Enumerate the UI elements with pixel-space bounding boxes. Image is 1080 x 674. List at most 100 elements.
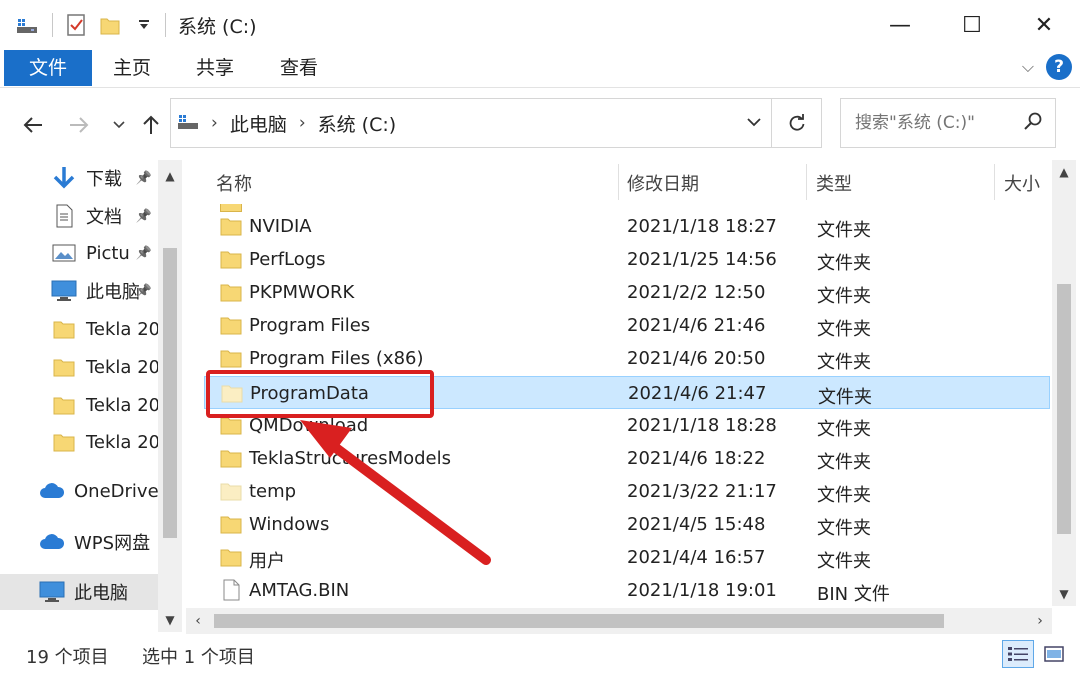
large-icons-view-button[interactable] <box>1038 640 1070 668</box>
minimize-button[interactable]: — <box>864 0 936 50</box>
large-icons-view-icon <box>1044 646 1064 662</box>
search-icon[interactable] <box>1023 111 1043 136</box>
navigation-pane: 下载 📌 文档 📌 Pictu 📌 此电脑 📌 Tekla 20 Tekla 20 Tekla 20… <box>0 160 182 632</box>
file-row[interactable]: NVIDIA 2021/1/18 18:27 文件夹 <box>204 210 1050 243</box>
file-row[interactable]: temp 2021/3/22 21:17 文件夹 <box>204 475 1050 508</box>
forward-button[interactable] <box>64 110 94 140</box>
sidebar-item[interactable]: WPS网盘 <box>0 524 162 560</box>
breadcrumb-separator-icon[interactable]: › <box>211 113 218 133</box>
tab-share[interactable]: 共享 <box>196 50 234 86</box>
column-header-date[interactable]: 修改日期 <box>627 170 699 196</box>
folder-icon <box>220 248 242 270</box>
maximize-button[interactable]: ☐ <box>936 0 1008 50</box>
chevron-down-icon <box>747 118 761 127</box>
sidebar-item[interactable]: 此电脑 📌 <box>0 273 162 309</box>
folder-icon <box>220 513 242 535</box>
folder-icon <box>220 314 242 336</box>
sidebar-item-label: 文档 <box>86 207 122 228</box>
scroll-up-arrow-icon[interactable]: ▲ <box>1052 160 1076 184</box>
file-name: Program Files <box>249 315 371 337</box>
tab-file[interactable]: 文件 <box>4 50 92 86</box>
file-row[interactable]: Windows 2021/4/5 15:48 文件夹 <box>204 508 1050 541</box>
file-name: TeklaStructuresModels <box>249 447 451 469</box>
sidebar-item[interactable]: Tekla 20 <box>0 424 162 460</box>
column-divider[interactable] <box>806 164 807 200</box>
drive-icon[interactable] <box>14 12 40 38</box>
sidebar-item-label: Pictu <box>86 242 130 264</box>
file-modified-date: 2021/4/6 20:50 <box>627 348 766 370</box>
details-view-button[interactable] <box>1002 640 1034 668</box>
scrollbar-thumb[interactable] <box>1057 284 1071 534</box>
up-arrow-icon <box>143 115 159 134</box>
recent-locations-dropdown[interactable] <box>104 110 134 140</box>
back-button[interactable] <box>18 110 48 140</box>
status-bar: 19 个项目 选中 1 个项目 <box>0 634 1080 674</box>
scrollbar-thumb[interactable] <box>163 248 177 538</box>
column-header-name[interactable]: 名称 <box>216 170 252 196</box>
scroll-up-arrow-icon[interactable]: ▲ <box>158 164 182 188</box>
file-row[interactable]: AMTAG.BIN 2021/1/18 19:01 BIN 文件 <box>204 574 1050 606</box>
sidebar-item-label: WPS网盘 <box>74 533 151 554</box>
customize-toolbar-dropdown-icon[interactable] <box>131 12 157 38</box>
tab-view[interactable]: 查看 <box>280 50 318 86</box>
help-button[interactable]: ? <box>1046 54 1072 80</box>
breadcrumb-this-pc[interactable]: 此电脑 <box>230 110 287 137</box>
horizontal-scrollbar[interactable]: ‹ › <box>186 608 1052 634</box>
sidebar-item-label: 下载 <box>86 169 122 190</box>
properties-icon[interactable] <box>63 12 89 38</box>
sidebar-item[interactable]: 文档 📌 <box>0 198 162 234</box>
refresh-button[interactable] <box>771 99 821 147</box>
file-icon <box>220 579 242 601</box>
back-arrow-icon <box>23 117 42 133</box>
scroll-down-arrow-icon[interactable]: ▼ <box>1052 582 1076 606</box>
folder-icon <box>220 347 242 369</box>
sidebar-item[interactable]: 下载 📌 <box>0 160 162 196</box>
file-row[interactable]: PKPMWORK 2021/2/2 12:50 文件夹 <box>204 276 1050 309</box>
sidebar-item-label: Tekla 20 <box>86 356 161 378</box>
sidebar-item[interactable]: 此电脑 <box>0 574 158 610</box>
sidebar-item[interactable]: Tekla 20 <box>0 349 162 385</box>
file-modified-date: 2021/4/5 15:48 <box>627 513 766 535</box>
download-arrow-icon <box>50 164 78 192</box>
column-header-size[interactable]: 大小 <box>1004 170 1040 196</box>
file-row[interactable]: 用户 2021/4/4 16:57 文件夹 <box>204 541 1050 574</box>
close-button[interactable]: ✕ <box>1008 0 1080 50</box>
breadcrumb-drive-c[interactable]: 系统 (C:) <box>318 110 397 137</box>
scrollbar-thumb[interactable] <box>214 614 944 628</box>
expand-ribbon-chevron-icon[interactable]: ⌵ <box>1022 57 1034 77</box>
toolbar-separator <box>52 13 53 37</box>
breadcrumb-separator-icon[interactable]: › <box>299 113 306 133</box>
sidebar-item-label: Tekla 20 <box>86 431 161 453</box>
file-type: 文件夹 <box>817 286 871 308</box>
file-row[interactable]: PerfLogs 2021/1/25 14:56 文件夹 <box>204 243 1050 276</box>
sidebar-scrollbar[interactable]: ▲ ▼ <box>158 160 182 632</box>
scroll-down-arrow-icon[interactable]: ▼ <box>158 608 182 632</box>
search-box[interactable] <box>840 98 1056 148</box>
column-divider[interactable] <box>618 164 619 200</box>
scroll-right-arrow-icon[interactable]: › <box>1028 608 1052 634</box>
scroll-left-arrow-icon[interactable]: ‹ <box>186 608 210 634</box>
column-divider[interactable] <box>994 164 995 200</box>
file-row[interactable]: TeklaStructuresModels 2021/4/6 18:22 文件夹 <box>204 442 1050 475</box>
file-type: 文件夹 <box>817 517 871 539</box>
sidebar-item[interactable]: Tekla 20 <box>0 311 162 347</box>
sidebar-item[interactable]: Tekla 20 <box>0 387 162 423</box>
computer-icon <box>38 578 66 606</box>
pin-icon[interactable]: 📌 <box>136 284 152 299</box>
pin-icon[interactable]: 📌 <box>136 246 152 261</box>
file-row[interactable]: Program Files 2021/4/6 21:46 文件夹 <box>204 309 1050 342</box>
pin-icon[interactable]: 📌 <box>136 209 152 224</box>
new-folder-icon[interactable] <box>97 12 123 38</box>
tab-home[interactable]: 主页 <box>113 50 151 86</box>
sidebar-item[interactable]: Pictu 📌 <box>0 235 162 271</box>
pin-icon[interactable]: 📌 <box>136 171 152 186</box>
sidebar-item[interactable]: OneDrive <box>0 473 162 509</box>
up-button[interactable] <box>136 110 166 140</box>
search-input[interactable] <box>855 113 1025 133</box>
column-header-type[interactable]: 类型 <box>816 170 852 196</box>
address-history-dropdown[interactable] <box>747 111 761 132</box>
address-bar[interactable]: › 此电脑 › 系统 (C:) <box>170 98 822 148</box>
folder-icon <box>220 281 242 303</box>
vertical-scrollbar[interactable]: ▲ ▼ <box>1052 160 1076 606</box>
sidebar-item-label: 此电脑 <box>74 583 128 604</box>
